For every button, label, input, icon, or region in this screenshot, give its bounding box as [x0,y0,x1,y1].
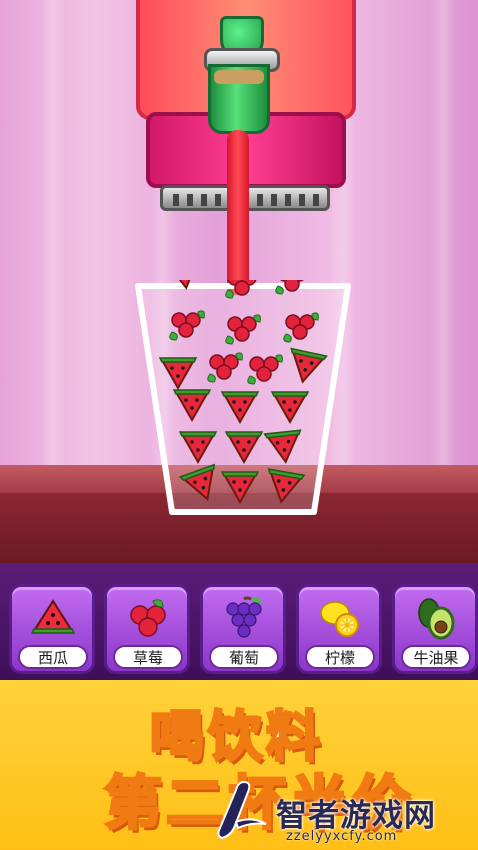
fruit-label: 西瓜 [18,645,88,669]
fruit-card-avocado[interactable]: 牛油果 [392,584,478,674]
fruit-label: 柠檬 [305,645,375,669]
fruit-card-lemon[interactable]: 柠檬 [296,584,382,674]
avocado-icon [418,598,455,640]
fruit-label: 草莓 [113,645,183,669]
fruit-card-watermelon[interactable]: 西瓜 [9,584,95,674]
drinking-cup[interactable] [134,280,352,520]
juice-stream [227,130,249,295]
grape-icon [226,596,262,638]
game-scene: 西瓜 草莓 葡萄 柠檬 牛油果 喝饮料 第二杯半价 智者游戏网 zzelyyxc… [0,0,478,850]
lemon-icon [320,601,359,637]
watermark-url: zzelyyxcfy.com [286,829,398,844]
watermelon-icon [30,599,76,634]
watermark-logo-icon [217,780,267,840]
fruit-label: 葡萄 [209,645,279,669]
fruit-card-grape[interactable]: 葡萄 [200,584,286,674]
fruit-card-strawberry[interactable]: 草莓 [104,584,190,674]
fruit-label: 牛油果 [401,645,471,669]
strawberry-icon [130,599,166,637]
nozzle-opening [214,70,264,84]
